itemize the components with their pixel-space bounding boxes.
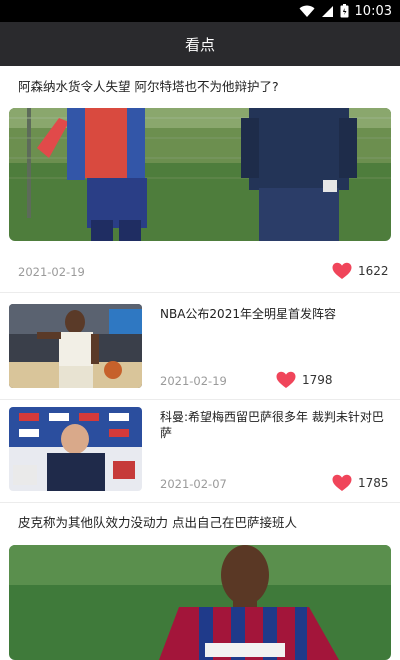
news-date: 2021-02-19 [160, 374, 227, 388]
divider [0, 502, 400, 503]
like-count: 1798 [302, 373, 333, 387]
news-title[interactable]: 科曼:希望梅西留巴萨很多年 裁判未针对巴萨 [160, 409, 388, 441]
status-time: 10:03 [354, 3, 392, 19]
status-bar: 10:03 [0, 0, 400, 22]
barcelona-player-photo[interactable] [9, 545, 391, 660]
like-count: 1622 [358, 264, 389, 278]
news-title[interactable]: 阿森纳水货令人失望 阿尔特塔也不为他辩护了? [18, 76, 279, 95]
signal-icon [321, 5, 333, 17]
heart-icon [276, 371, 296, 388]
battery-icon [340, 4, 349, 18]
app-bar: 看点 [0, 22, 400, 66]
heart-icon [332, 262, 352, 279]
news-title[interactable]: 皮克称为其他队效力没动力 点出自己在巴萨接班人 [18, 512, 297, 531]
basketball-player-photo[interactable] [9, 304, 142, 388]
like-button[interactable]: 1798 [276, 371, 333, 389]
like-button[interactable]: 1785 [332, 474, 389, 492]
news-date: 2021-02-07 [160, 477, 227, 491]
like-count: 1785 [358, 476, 389, 490]
wifi-icon [299, 5, 315, 17]
divider [0, 292, 400, 293]
like-button[interactable]: 1622 [332, 262, 389, 280]
news-date: 2021-02-19 [18, 265, 85, 279]
news-feed: 阿森纳水货令人失望 阿尔特塔也不为他辩护了? 2021-02-19 1622 N… [0, 66, 400, 660]
news-title[interactable]: NBA公布2021年全明星首发阵容 [160, 306, 388, 322]
heart-icon [332, 474, 352, 491]
status-icons: 10:03 [299, 0, 392, 22]
press-conference-photo[interactable] [9, 407, 142, 491]
divider [0, 399, 400, 400]
page-title: 看点 [184, 35, 215, 54]
football-training-photo[interactable] [9, 108, 391, 241]
